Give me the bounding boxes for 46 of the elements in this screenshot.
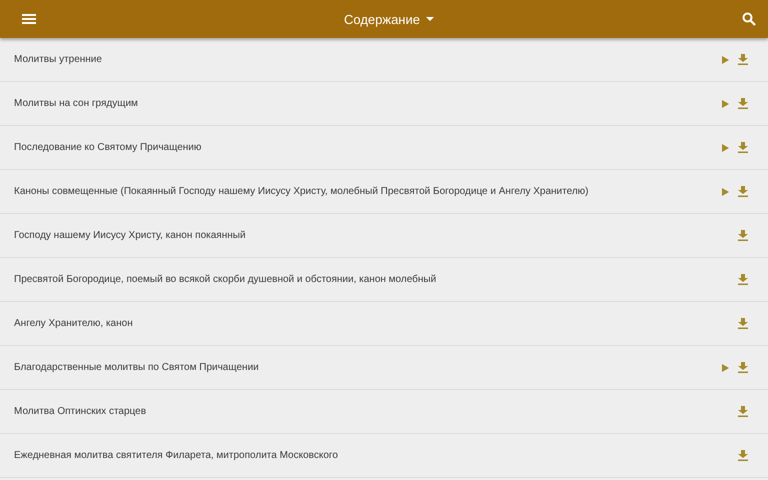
download-button[interactable] <box>738 274 748 285</box>
caret-icon <box>426 17 434 21</box>
download-icon <box>738 362 748 373</box>
item-title: Благодарственные молитвы по Святом Причащении <box>14 362 260 373</box>
download-button[interactable] <box>738 186 748 197</box>
item-title: Ежедневная молитва святителя Филарета, митрополита Московского <box>14 450 339 461</box>
download-icon <box>738 98 748 109</box>
download-icon <box>738 186 748 197</box>
item-title: Каноны совмещенные (Покаянный Господу нашему Иисусу Христу, молебный Пресвятой Богородице и Ангелу Хранителю) <box>14 186 590 197</box>
download-button[interactable] <box>738 142 748 153</box>
download-button[interactable] <box>738 318 748 329</box>
search-icon <box>742 12 756 26</box>
item-title: Последование ко Святому Причащению <box>14 142 202 153</box>
play-icon <box>722 188 729 196</box>
download-icon <box>738 318 748 329</box>
search-button[interactable] <box>742 12 756 26</box>
item-title: Ангелу Хранителю, канон <box>14 318 134 329</box>
download-icon <box>738 274 748 285</box>
download-button[interactable] <box>738 362 748 373</box>
download-button[interactable] <box>738 406 748 417</box>
download-icon <box>738 142 748 153</box>
download-icon <box>738 230 748 241</box>
play-button[interactable] <box>722 144 729 152</box>
play-icon <box>722 56 729 64</box>
play-button[interactable] <box>722 364 729 372</box>
item-title: Господу нашему Иисусу Христу, канон покаянный <box>14 230 247 241</box>
download-button[interactable] <box>738 54 748 65</box>
play-icon <box>722 144 729 152</box>
play-button[interactable] <box>722 100 729 108</box>
menu-button[interactable] <box>22 13 36 25</box>
play-icon <box>722 100 729 108</box>
title-dropdown[interactable]: Содержание <box>340 10 438 28</box>
item-title: Молитвы на сон грядущим <box>14 98 139 109</box>
download-icon <box>738 54 748 65</box>
download-button[interactable] <box>738 230 748 241</box>
item-title: Пресвятой Богородице, поемый во всякой скорби душевной и обстоянии, канон молебный <box>14 274 438 285</box>
play-icon <box>722 364 729 372</box>
item-title: Молитвы утренние <box>14 54 103 65</box>
download-icon <box>738 406 748 417</box>
play-button[interactable] <box>722 188 729 196</box>
download-icon <box>738 450 748 461</box>
menu-icon <box>22 13 36 25</box>
item-title: Молитва Оптинских старцев <box>14 406 148 417</box>
download-button[interactable] <box>738 450 748 461</box>
play-button[interactable] <box>722 56 729 64</box>
download-button[interactable] <box>738 98 748 109</box>
